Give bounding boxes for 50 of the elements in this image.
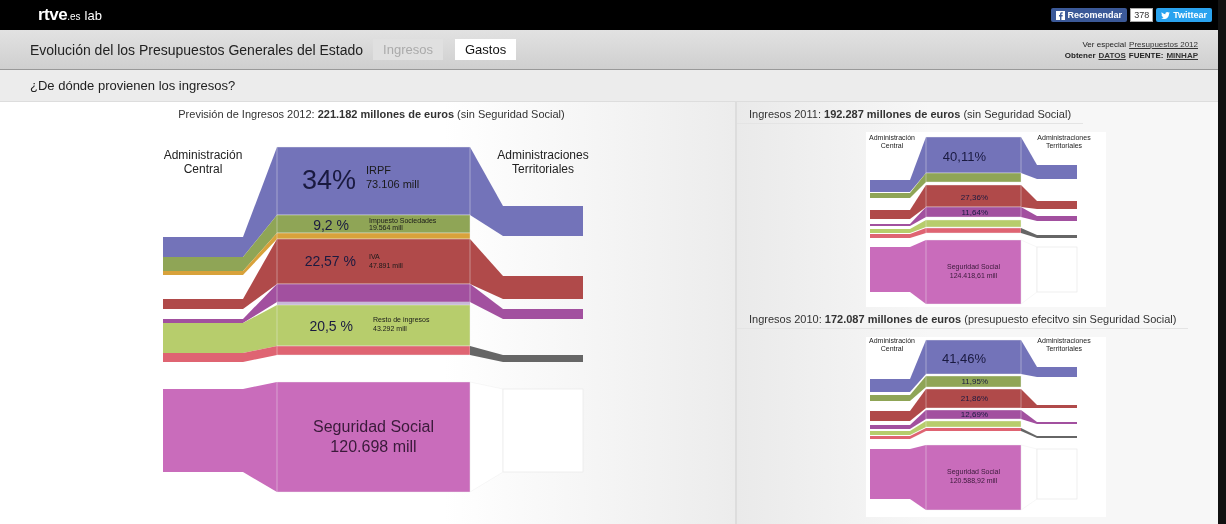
page-title: Evolución del los Presupuestos Generales del Estado bbox=[30, 41, 364, 58]
percent-label: 22,57 % bbox=[304, 253, 356, 269]
column-heading: Administraciones Territoriales bbox=[497, 148, 589, 177]
category-name: Seguridad Social bbox=[313, 418, 434, 435]
percent-label: 12,69% bbox=[960, 410, 988, 419]
percent-label: 11,95% bbox=[961, 377, 988, 386]
percent-label: 9,2 % bbox=[313, 217, 349, 233]
special-link[interactable]: Presupuestos 2012 bbox=[1129, 39, 1198, 49]
percent-label: 34% bbox=[301, 165, 356, 195]
flow-band bbox=[470, 346, 503, 362]
category-amount: 120.698 mill bbox=[330, 438, 417, 455]
percent-label: 20,5 % bbox=[309, 318, 353, 334]
territorial-block bbox=[1037, 165, 1077, 179]
source-link[interactable]: MINHAP bbox=[1166, 50, 1198, 60]
bird-icon bbox=[1161, 10, 1171, 20]
central-block bbox=[870, 425, 910, 429]
central-block bbox=[870, 411, 910, 421]
territorial-block bbox=[1037, 216, 1077, 221]
data-link[interactable]: DATOS bbox=[1098, 50, 1126, 60]
flow-band bbox=[1021, 410, 1037, 424]
chart-title: Previsión de Ingresos 2012: 221.182 millones de euros (sin Seguridad Social) bbox=[178, 108, 565, 120]
section-question: ¿De dónde provienen los ingresos? bbox=[30, 78, 236, 93]
central-block bbox=[870, 449, 910, 499]
central-block bbox=[870, 379, 910, 392]
percent-label: 41,46% bbox=[941, 351, 986, 366]
caption-text: FUENTE: bbox=[1128, 50, 1164, 60]
percent-label: 21,86% bbox=[960, 394, 988, 403]
like-count: 378 bbox=[1130, 8, 1154, 22]
category-name: IRPF bbox=[366, 164, 392, 176]
chart-title: Ingresos 2010: 172.087 millones de euros (presupuesto efecitvo sin Seguridad Social) bbox=[749, 313, 1177, 325]
flow-band bbox=[910, 228, 926, 238]
central-block bbox=[870, 395, 910, 401]
site-logo[interactable]: rtve.es lab bbox=[38, 5, 102, 25]
category-amount: 73.106 mill bbox=[366, 178, 420, 190]
tab[interactable]: Gastos bbox=[454, 39, 517, 60]
chart-title: Ingresos 2011: 192.287 millones de euros (sin Seguridad Social) bbox=[749, 108, 1072, 120]
flow-band bbox=[1021, 428, 1037, 438]
column-heading: Administración Central bbox=[163, 148, 243, 177]
facebook-icon bbox=[1055, 10, 1065, 20]
central-block bbox=[870, 210, 910, 219]
percent-label: 11,64% bbox=[961, 208, 988, 217]
percent-label: 40,11% bbox=[942, 149, 986, 164]
caption-text: Ver especial bbox=[1082, 39, 1127, 49]
percent-label: 27,36% bbox=[960, 193, 988, 202]
territorial-block bbox=[1037, 367, 1077, 377]
territorial-block bbox=[1037, 405, 1077, 408]
like-button[interactable]: Recomendar bbox=[1050, 8, 1128, 22]
central-block bbox=[870, 247, 910, 292]
territorial-block bbox=[1037, 201, 1077, 209]
caption-text: Obtener bbox=[1064, 50, 1096, 60]
